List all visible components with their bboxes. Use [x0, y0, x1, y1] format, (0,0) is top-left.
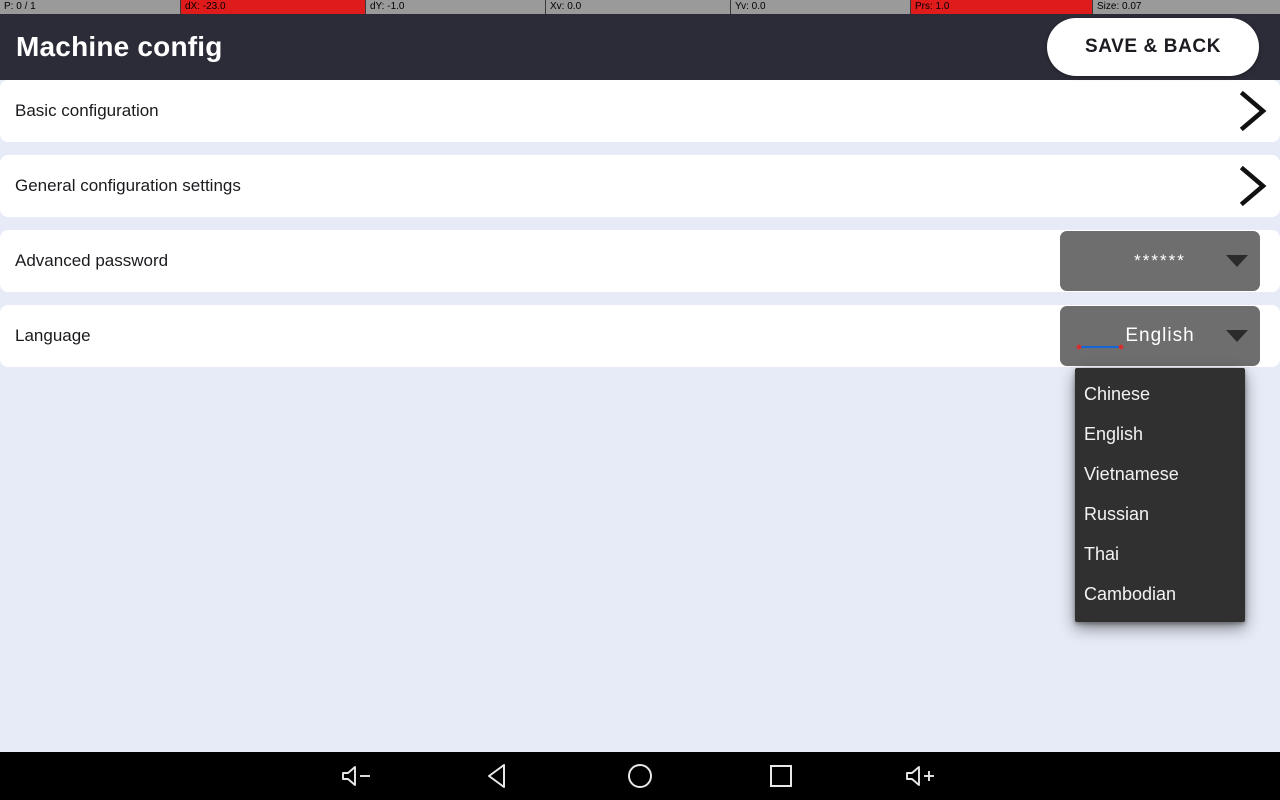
chevron-down-icon [1226, 255, 1248, 267]
language-spinner[interactable]: English [1060, 306, 1260, 366]
chevron-down-icon [1226, 330, 1248, 342]
status-cell-position: P: 0 / 1 [4, 1, 36, 12]
language-option-chinese[interactable]: Chinese [1075, 374, 1245, 414]
row-label: Language [15, 326, 91, 345]
settings-list: Basic configuration General configuratio… [0, 80, 1280, 367]
status-cell-xv: Xv: 0.0 [545, 0, 730, 14]
row-label: Advanced password [15, 251, 169, 270]
page-title: Machine config [16, 31, 223, 62]
android-navigation-bar [0, 752, 1280, 800]
language-option-vietnamese[interactable]: Vietnamese [1075, 454, 1245, 494]
machine-status-bar: P: 0 / 1 dX: -23.0 dY: -1.0 Xv: 0.0 Yv: … [0, 0, 1280, 14]
volume-down-icon[interactable] [308, 752, 408, 800]
row-general-configuration-settings[interactable]: General configuration settings [0, 155, 1280, 217]
recents-icon[interactable] [731, 752, 831, 800]
back-icon[interactable] [449, 752, 549, 800]
language-option-russian[interactable]: Russian [1075, 494, 1245, 534]
row-label: General configuration settings [15, 176, 241, 195]
home-icon[interactable] [590, 752, 690, 800]
language-option-english[interactable]: English [1075, 414, 1245, 454]
text-cursor-handle-icon [1076, 337, 1124, 350]
status-cell-yv: Yv: 0.0 [730, 0, 910, 14]
row-advanced-password: Advanced password ****** [0, 230, 1280, 292]
status-cell-size: Size: 0.07 [1092, 0, 1280, 14]
app-screen: P: 0 / 1 dX: -23.0 dY: -1.0 Xv: 0.0 Yv: … [0, 0, 1280, 800]
row-basic-configuration[interactable]: Basic configuration [0, 80, 1280, 142]
status-cell-dy: dY: -1.0 [365, 0, 545, 14]
language-dropdown-menu: Chinese English Vietnamese Russian Thai … [1075, 368, 1245, 622]
volume-up-icon[interactable] [872, 752, 972, 800]
app-header: Machine config SAVE & BACK [0, 14, 1280, 80]
status-cell-pressure: Prs: 1.0 [910, 0, 1092, 14]
chevron-right-icon [1236, 88, 1270, 134]
status-cell-dx: dX: -23.0 [180, 0, 365, 14]
chevron-right-icon [1236, 163, 1270, 209]
save-and-back-button[interactable]: SAVE & BACK [1047, 18, 1259, 76]
row-language: Language English [0, 305, 1280, 367]
language-value: English [1125, 325, 1195, 346]
advanced-password-spinner[interactable]: ****** [1060, 231, 1260, 291]
language-option-thai[interactable]: Thai [1075, 534, 1245, 574]
advanced-password-value: ****** [1134, 251, 1186, 270]
row-label: Basic configuration [15, 101, 159, 120]
language-option-cambodian[interactable]: Cambodian [1075, 574, 1245, 614]
